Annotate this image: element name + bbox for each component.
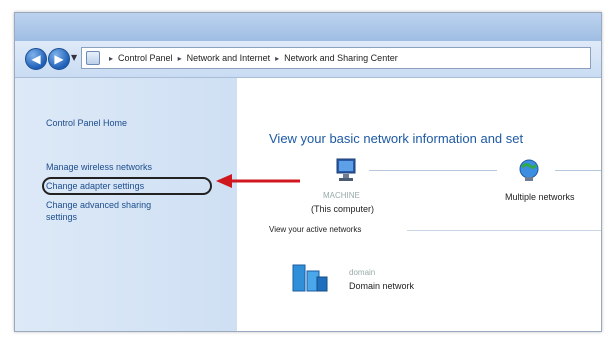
network-sharing-window: ◀ ▶ ▼ ▸ Control Panel ▸ Network and Inte…	[14, 12, 602, 332]
forward-arrow-icon: ▶	[54, 52, 64, 66]
highlight-circle	[42, 177, 212, 195]
red-arrow-annotation	[216, 174, 300, 188]
address-bar[interactable]: ▸ Control Panel ▸ Network and Internet ▸…	[81, 47, 591, 69]
control-panel-icon	[86, 51, 100, 65]
sidebar-advanced-sharing-settings[interactable]: settings	[46, 211, 77, 223]
domain-name[interactable]: domain	[349, 268, 375, 277]
computer-label: (This computer)	[311, 204, 375, 214]
sidebar-control-panel-home[interactable]: Control Panel Home	[46, 117, 127, 129]
network-icon	[519, 159, 539, 181]
page-heading: View your basic network information and …	[269, 131, 524, 146]
navigation-bar: ◀ ▶ ▼ ▸ Control Panel ▸ Network and Inte…	[15, 41, 601, 78]
domain-network-type: Domain network	[349, 281, 415, 291]
breadcrumb-network-internet[interactable]: Network and Internet	[187, 53, 271, 63]
domain-network-icon	[292, 264, 328, 292]
breadcrumb-control-panel[interactable]: Control Panel	[118, 53, 173, 63]
section-divider	[407, 230, 601, 231]
active-networks-heading: View your active networks	[269, 225, 362, 234]
back-button[interactable]: ◀	[25, 48, 47, 70]
sidebar: Control Panel Home Manage wireless netwo…	[15, 78, 237, 331]
computer-icon	[336, 158, 356, 181]
sidebar-change-advanced-sharing[interactable]: Change advanced sharing	[46, 199, 151, 211]
connection-line-internet	[555, 170, 601, 171]
chevron-right-icon[interactable]: ▸	[178, 54, 182, 63]
breadcrumb-network-sharing-center[interactable]: Network and Sharing Center	[284, 53, 398, 63]
back-arrow-icon: ◀	[31, 52, 41, 66]
connection-line	[369, 170, 497, 171]
chevron-right-icon[interactable]: ▸	[275, 54, 279, 63]
chevron-right-icon[interactable]: ▸	[109, 54, 113, 63]
computer-name: MACHINE	[323, 191, 360, 200]
sidebar-manage-wireless-networks[interactable]: Manage wireless networks	[46, 161, 152, 173]
recent-pages-dropdown[interactable]: ▼	[71, 53, 77, 62]
forward-button[interactable]: ▶	[48, 48, 70, 70]
main-content: View your basic network information and …	[237, 78, 601, 331]
network-label[interactable]: Multiple networks	[505, 192, 575, 202]
title-bar	[15, 13, 601, 41]
